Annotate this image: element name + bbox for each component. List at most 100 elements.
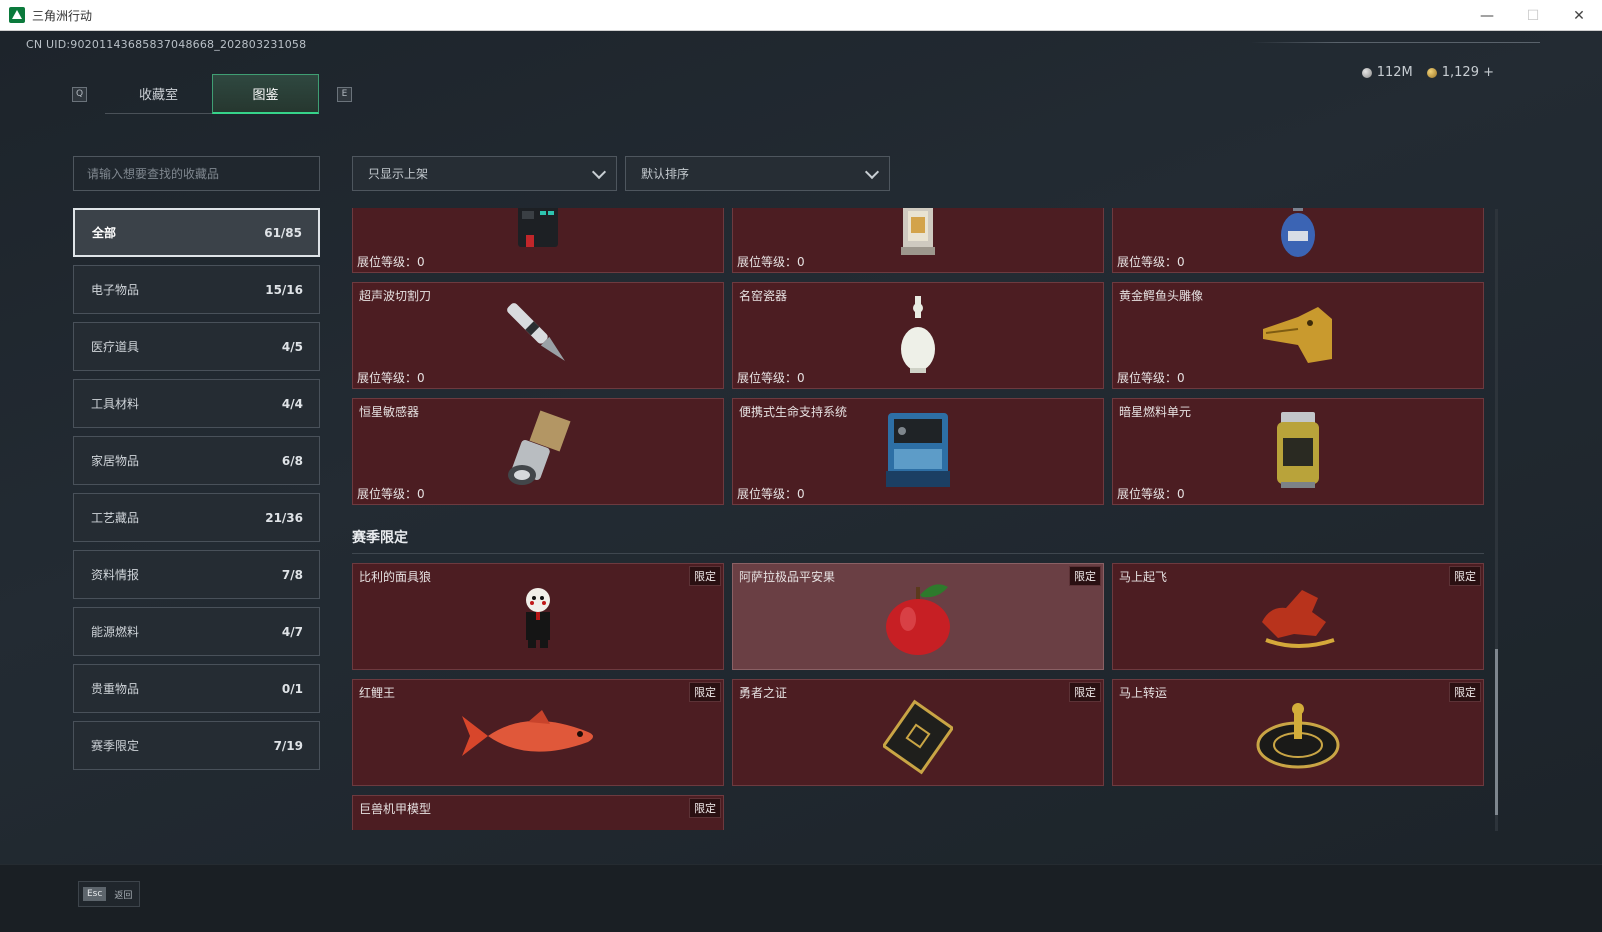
window-title: 三角洲行动	[32, 8, 93, 23]
gold-coin-icon	[1426, 67, 1437, 78]
currency-display: 112M 1,129 +	[1361, 65, 1494, 80]
category-count: 4/4	[281, 396, 303, 411]
category-energy[interactable]: 能源燃料 4/7	[73, 607, 320, 656]
category-season-limited[interactable]: 赛季限定 7/19	[73, 721, 320, 770]
silver-currency: 112M	[1361, 65, 1413, 80]
category-label: 医疗道具	[91, 340, 140, 354]
category-intel[interactable]: 资料情报 7/8	[73, 550, 320, 599]
scrollbar-thumb[interactable]	[1495, 649, 1498, 815]
level-value: 0	[1177, 371, 1185, 385]
level-value: 0	[1177, 487, 1185, 501]
category-tools[interactable]: 工具材料 4/4	[73, 379, 320, 428]
back-button[interactable]: Esc 返回	[78, 881, 140, 907]
bottom-bar: Esc 返回	[0, 864, 1602, 932]
prev-tab-key-hint[interactable]: Q	[72, 86, 87, 102]
category-count: 7/19	[273, 738, 303, 753]
item-name: 比利的面具狼	[359, 570, 432, 584]
gas-canister-icon	[1278, 208, 1318, 261]
level-label: 展位等级：	[357, 487, 418, 501]
chevron-down-icon	[591, 164, 607, 180]
device-icon	[508, 208, 568, 259]
level-label: 展位等级：	[357, 371, 418, 385]
game-screen: CN UID:9020114368583704866​8_20280323105…	[0, 31, 1602, 932]
collection-search-input[interactable]: 请输入想要查找的收藏品	[73, 156, 320, 191]
collection-card[interactable]: 阿萨拉极品平安果 限定	[732, 563, 1104, 670]
user-uid: CN UID:9020114368583704866​8_20280323105…	[26, 38, 307, 51]
item-name: 黄金鳄鱼头雕像	[1119, 289, 1204, 303]
level-label: 展位等级：	[1117, 255, 1178, 269]
item-name: 马上转运	[1119, 686, 1168, 700]
level-value: 0	[417, 487, 425, 501]
collection-card[interactable]: 展位等级：0	[1112, 208, 1484, 273]
level-value: 0	[417, 255, 425, 269]
collection-card[interactable]: 比利的面具狼 限定	[352, 563, 724, 670]
category-crafts[interactable]: 工艺藏品 21/36	[73, 493, 320, 542]
tab-catalog[interactable]: 图鉴	[212, 74, 319, 114]
item-name: 超声波切割刀	[359, 289, 432, 303]
item-name: 名窑瓷器	[739, 289, 788, 303]
category-household[interactable]: 家居物品 6/8	[73, 436, 320, 485]
collection-card[interactable]: 名窑瓷器 展位等级：0	[732, 282, 1104, 389]
card-icon	[881, 696, 955, 780]
sort-dropdown[interactable]: 默认排序	[625, 156, 890, 191]
vase-icon	[898, 294, 938, 378]
collection-card[interactable]: 展位等级：0	[352, 208, 724, 273]
category-electronics[interactable]: 电子物品 15/16	[73, 265, 320, 314]
level-label: 展位等级：	[737, 371, 798, 385]
item-name: 暗星燃料单元	[1119, 405, 1192, 419]
grid-scrollbar[interactable]	[1495, 209, 1498, 831]
window-titlebar: 三角洲行动 — ☐ ✕	[0, 0, 1602, 31]
collection-card[interactable]: 巨兽机甲模型 限定	[352, 795, 724, 830]
category-count: 4/7	[281, 624, 303, 639]
category-label: 资料情报	[91, 568, 140, 582]
limited-badge: 限定	[689, 798, 721, 818]
item-name: 巨兽机甲模型	[359, 802, 432, 816]
gold-currency[interactable]: 1,129 +	[1426, 65, 1494, 80]
collection-card[interactable]: 黄金鳄鱼头雕像 展位等级：0	[1112, 282, 1484, 389]
puppet-icon	[516, 584, 560, 654]
level-label: 展位等级：	[1117, 371, 1178, 385]
collection-card[interactable]: 恒星敏感器 展位等级：0	[352, 398, 724, 505]
back-label: 返回	[114, 890, 133, 901]
maximize-button[interactable]: ☐	[1510, 0, 1556, 31]
limited-badge: 限定	[1069, 682, 1101, 702]
category-count: 7/8	[281, 567, 303, 582]
collection-card[interactable]: 马上转运 限定	[1112, 679, 1484, 786]
sensor-icon	[498, 409, 578, 495]
limited-badge: 限定	[1449, 682, 1481, 702]
item-name: 红鲤王	[359, 686, 396, 700]
wheel-icon	[1256, 701, 1340, 775]
close-button[interactable]: ✕	[1556, 0, 1602, 31]
collection-card[interactable]: 超声波切割刀 展位等级：0	[352, 282, 724, 389]
shelf-filter-value: 只显示上架	[368, 167, 429, 181]
carp-icon	[458, 706, 618, 770]
collection-card[interactable]: 展位等级：0	[732, 208, 1104, 273]
level-label: 展位等级：	[1117, 487, 1178, 501]
collection-card[interactable]: 红鲤王 限定	[352, 679, 724, 786]
collection-card[interactable]: 便携式生命支持系统 展位等级：0	[732, 398, 1104, 505]
category-medical[interactable]: 医疗道具 4/5	[73, 322, 320, 371]
level-label: 展位等级：	[737, 255, 798, 269]
category-count: 21/36	[265, 510, 303, 525]
category-label: 贵重物品	[91, 682, 140, 696]
apple-icon	[880, 577, 956, 661]
collection-card[interactable]: 马上起飞 限定	[1112, 563, 1484, 670]
horse-icon	[1256, 582, 1340, 656]
minimize-button[interactable]: —	[1464, 0, 1510, 31]
category-count: 6/8	[281, 453, 303, 468]
category-label: 电子物品	[91, 283, 140, 297]
esc-key-hint: Esc	[83, 887, 107, 901]
category-valuables[interactable]: 贵重物品 0/1	[73, 664, 320, 713]
limited-badge: 限定	[689, 566, 721, 586]
silver-coin-icon	[1361, 67, 1372, 78]
shelf-filter-dropdown[interactable]: 只显示上架	[352, 156, 617, 191]
item-name: 便携式生命支持系统	[739, 405, 848, 419]
level-value: 0	[797, 487, 805, 501]
category-all[interactable]: 全部 61/85	[73, 208, 320, 257]
next-tab-key-hint[interactable]: E	[337, 86, 352, 102]
category-count: 61/85	[264, 225, 302, 240]
collection-card[interactable]: 暗星燃料单元 展位等级：0	[1112, 398, 1484, 505]
level-value: 0	[1177, 255, 1185, 269]
collection-card[interactable]: 勇者之证 限定	[732, 679, 1104, 786]
tab-collection-room[interactable]: 收藏室	[105, 74, 212, 114]
